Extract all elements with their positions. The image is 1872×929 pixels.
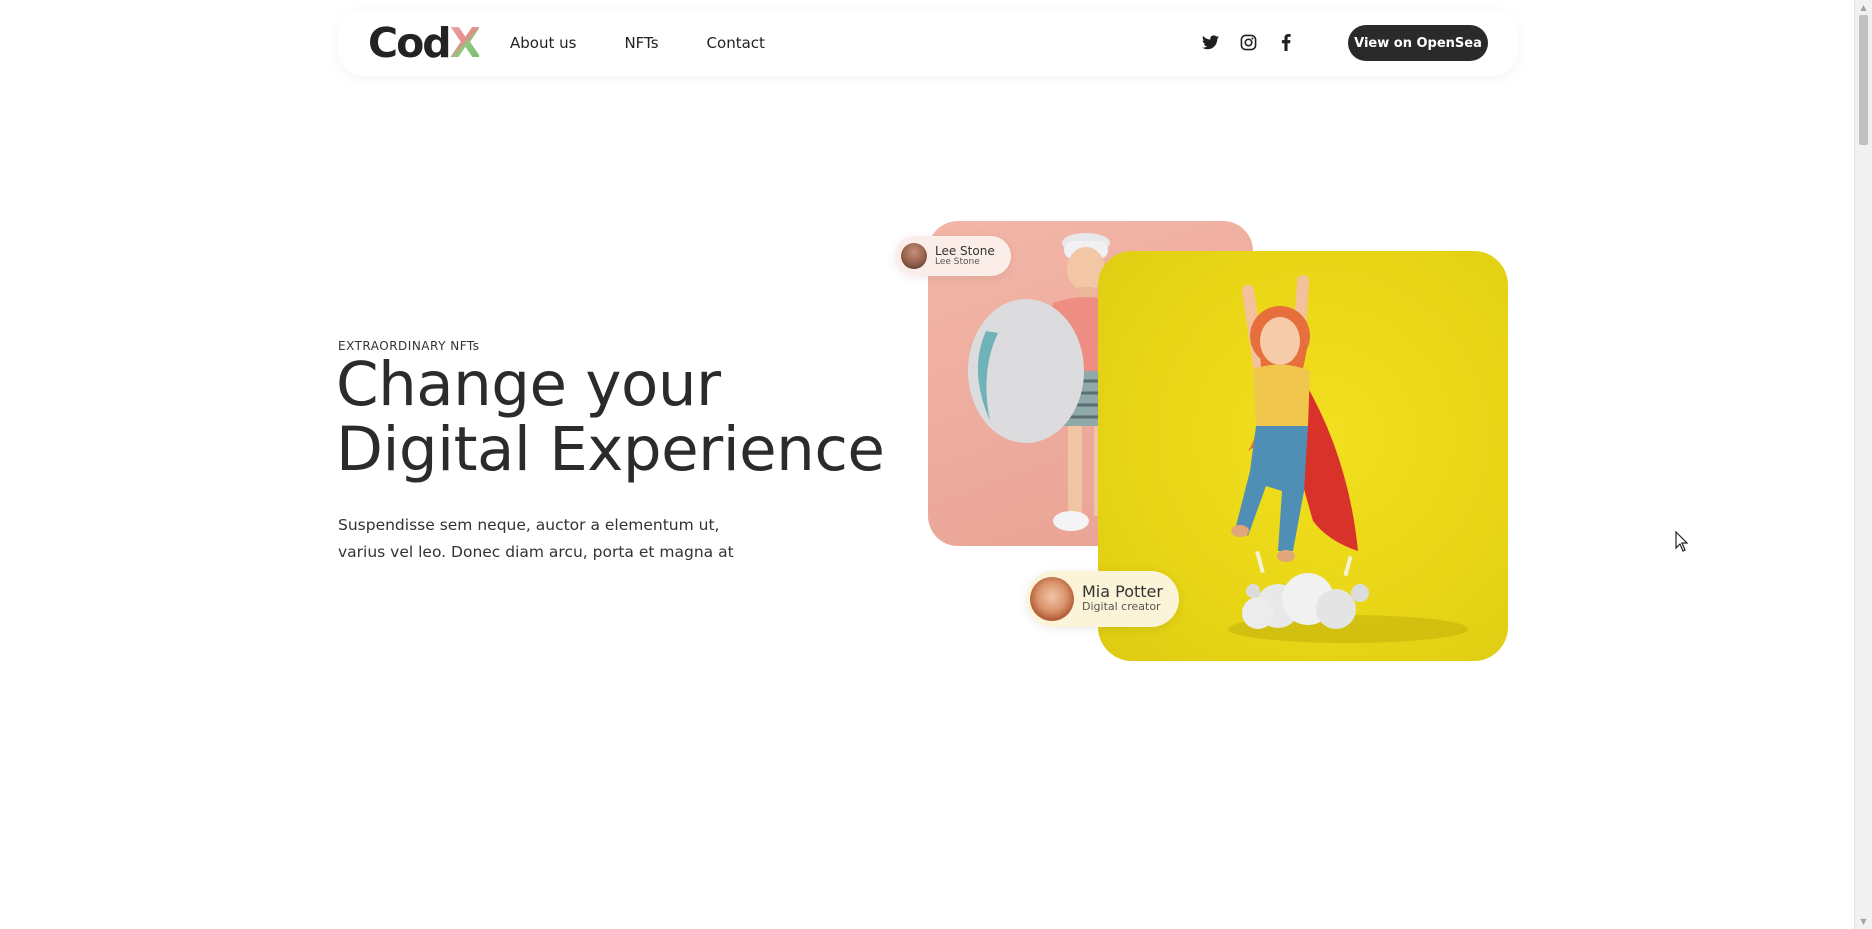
mouse-cursor-icon: [1675, 530, 1689, 557]
creator-name: Mia Potter: [1082, 582, 1163, 601]
hero-subtitle-line2: varius vel leo. Donec diam arcu, porta e…: [338, 543, 734, 561]
hero-subtitle: Suspendisse sem neque, auctor a elementu…: [338, 512, 758, 566]
avatar: [1030, 577, 1074, 621]
logo-accent: X: [449, 19, 482, 67]
nav-link-nfts[interactable]: NFTs: [624, 34, 658, 52]
scroll-up-icon[interactable]: ▲: [1855, 0, 1872, 15]
nav-link-contact[interactable]: Contact: [707, 34, 765, 52]
logo-text: Cod: [368, 19, 452, 67]
hero-subtitle-line1: Suspendisse sem neque, auctor a elementu…: [338, 516, 720, 534]
page-scrollbar[interactable]: ▲ ▼: [1854, 0, 1872, 929]
nav-link-about[interactable]: About us: [510, 34, 576, 52]
hero-title-line1: Change your: [336, 349, 721, 420]
avatar: [901, 243, 927, 269]
hero-title: Change your Digital Experience: [336, 352, 896, 482]
instagram-icon[interactable]: [1238, 32, 1258, 52]
creator-chip-lee[interactable]: Lee Stone Lee Stone: [895, 236, 1011, 276]
creator-role: Lee Stone: [935, 256, 980, 267]
creator-chip-mia[interactable]: Mia Potter Digital creator: [1026, 571, 1179, 627]
facebook-icon[interactable]: [1276, 32, 1296, 52]
logo[interactable]: CodX: [368, 19, 482, 67]
view-on-opensea-button[interactable]: View on OpenSea: [1348, 25, 1488, 61]
scrollbar-thumb[interactable]: [1859, 15, 1868, 145]
site-header: CodX About us NFTs Contact View on OpenS…: [338, 10, 1518, 76]
hero-title-line2: Digital Experience: [336, 414, 885, 485]
social-links: [1200, 32, 1296, 52]
scroll-down-icon[interactable]: ▼: [1855, 914, 1872, 929]
twitter-icon[interactable]: [1200, 32, 1220, 52]
creator-name: Lee Stone: [935, 243, 995, 258]
main-nav: About us NFTs Contact: [510, 34, 765, 52]
creator-role: Digital creator: [1082, 600, 1161, 613]
